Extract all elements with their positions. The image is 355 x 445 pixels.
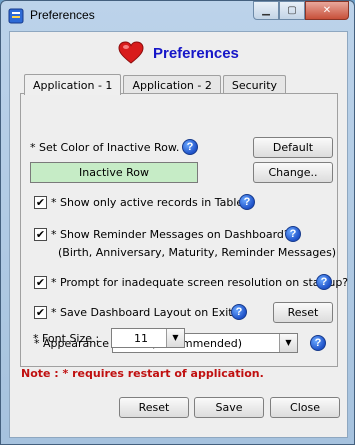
preferences-window: Preferences ▁ ▢ ✕ Preferences Applicatio…	[0, 0, 355, 445]
app-icon	[8, 8, 24, 24]
font-size-value: 11	[134, 332, 148, 345]
chevron-down-icon[interactable]: ▼	[279, 334, 297, 352]
dialog-header: Preferences	[118, 40, 239, 66]
default-button[interactable]: Default	[253, 137, 333, 158]
tab-application-2[interactable]: Application - 2	[123, 75, 221, 94]
resolution-checkbox[interactable]: ✔	[34, 276, 47, 289]
maximize-icon: ▢	[287, 5, 297, 16]
tab-application-1[interactable]: Application - 1	[24, 74, 122, 95]
help-icon[interactable]: ?	[231, 304, 247, 320]
reminders-checkbox[interactable]: ✔	[34, 228, 47, 241]
active-records-checkbox[interactable]: ✔	[34, 196, 47, 209]
minimize-icon: ▁	[262, 5, 270, 16]
close-window-button[interactable]: ✕	[305, 1, 349, 20]
reminders-sub-label: (Birth, Anniversary, Maturity, Reminder …	[58, 246, 337, 259]
layout-reset-button[interactable]: Reset	[273, 302, 333, 323]
resolution-label: * Prompt for inadequate screen resolutio…	[51, 276, 349, 289]
reset-button[interactable]: Reset	[119, 397, 189, 418]
restart-note: Note : * requires restart of application…	[21, 367, 264, 380]
inactive-row-label: * Set Color of Inactive Row.	[30, 141, 180, 154]
help-icon[interactable]: ?	[310, 335, 326, 351]
title-bar[interactable]: Preferences ▁ ▢ ✕	[1, 1, 354, 31]
reminders-label: * Show Reminder Messages on Dashboard?	[51, 228, 290, 241]
window-title: Preferences	[30, 8, 95, 22]
help-icon[interactable]: ?	[316, 274, 332, 290]
maximize-button[interactable]: ▢	[279, 1, 305, 20]
help-icon[interactable]: ?	[182, 139, 198, 155]
save-layout-checkbox[interactable]: ✔	[34, 306, 47, 319]
change-color-button[interactable]: Change..	[253, 162, 333, 183]
dialog-title: Preferences	[153, 44, 239, 62]
chevron-down-icon[interactable]: ▼	[166, 329, 184, 347]
minimize-button[interactable]: ▁	[253, 1, 279, 20]
close-icon: ✕	[322, 5, 332, 16]
help-icon[interactable]: ?	[285, 226, 301, 242]
dialog-content: Preferences Application - 1 Application …	[9, 31, 348, 438]
font-size-label: * Font Size :	[33, 332, 100, 345]
active-records-label: * Show only active records in Table?	[51, 196, 250, 209]
inactive-row-swatch: Inactive Row	[30, 162, 198, 183]
close-button[interactable]: Close	[270, 397, 340, 418]
help-icon[interactable]: ?	[239, 194, 255, 210]
tab-panel: * Set Color of Inactive Row. ? Default I…	[20, 93, 348, 367]
save-button[interactable]: Save	[194, 397, 264, 418]
heart-icon	[118, 41, 144, 64]
font-size-select[interactable]: 11 ▼	[111, 328, 185, 348]
tab-security[interactable]: Security	[222, 75, 287, 94]
tab-bar: Application - 1 Application - 2 Security	[24, 74, 288, 95]
save-layout-label: * Save Dashboard Layout on Exit?	[51, 306, 239, 319]
